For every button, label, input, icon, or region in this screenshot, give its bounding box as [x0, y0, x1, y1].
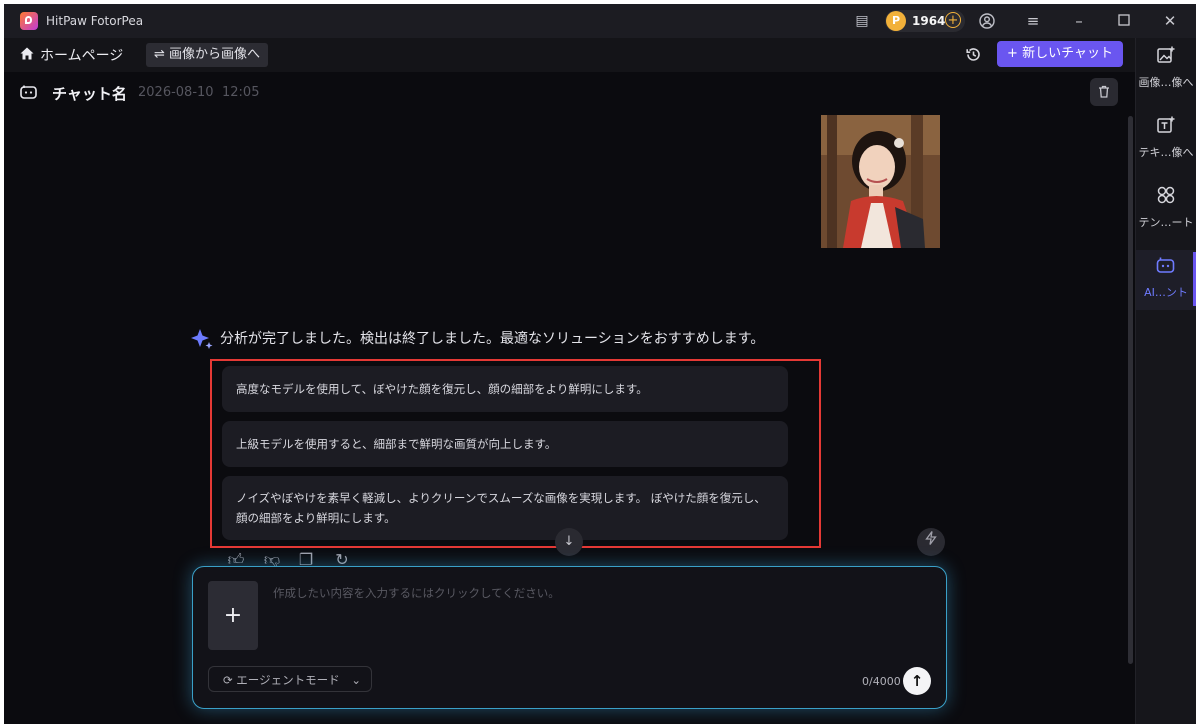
- image-add-icon: [1156, 46, 1176, 66]
- scroll-down-button[interactable]: ↓: [555, 528, 583, 556]
- maximize-icon[interactable]: [1114, 11, 1134, 31]
- feedback-icon[interactable]: ▤: [854, 13, 870, 29]
- rail-item-label: テキ…像へ: [1138, 146, 1194, 159]
- image-to-image-tab[interactable]: ⇌ 画像から画像へ: [146, 43, 269, 67]
- title-bar: HitPaw FotorPea ▤ P 1964 + ≡ – ✕: [4, 4, 1196, 38]
- chat-date: 2026-08-10: [138, 85, 214, 100]
- suggestion-item[interactable]: ノイズやぼやけを素早く軽減し、よりクリーンでスムーズな画像を実現します。 ぼやけ…: [222, 476, 788, 540]
- app-logo-icon: [20, 12, 38, 30]
- agent-mode-select[interactable]: ⟳ エージェントモード ⌄: [208, 666, 372, 692]
- new-chat-button[interactable]: + 新しいチャット: [997, 41, 1123, 67]
- prompt-composer: + 作成したい内容を入力するにはクリックしてください。 ⟳ エージェントモード ⌄…: [192, 566, 947, 709]
- rail-item-templates[interactable]: テン…ート: [1136, 180, 1196, 240]
- history-icon[interactable]: [964, 46, 982, 64]
- menu-icon[interactable]: ≡: [1023, 11, 1043, 31]
- chevron-down-icon: ⌄: [351, 673, 361, 687]
- suggestion-item[interactable]: 上級モデルを使用すると、細部まで鮮明な画質が向上します。: [222, 421, 788, 467]
- trash-icon: [1099, 85, 1109, 98]
- uploaded-image[interactable]: [821, 115, 940, 248]
- sparkle-icon: [190, 327, 214, 351]
- chat-bot-icon: [20, 84, 37, 100]
- flash-icon[interactable]: [917, 528, 945, 556]
- add-coins-icon[interactable]: +: [945, 12, 961, 28]
- app-title: HitPaw FotorPea: [46, 14, 144, 28]
- rail-item-text-to-image[interactable]: テキ…像へ: [1136, 110, 1196, 170]
- rail-item-label: テン…ート: [1138, 216, 1194, 229]
- ai-agent-icon: [1156, 256, 1176, 276]
- char-counter: 0/4000: [862, 675, 901, 688]
- home-icon: [20, 46, 34, 66]
- close-icon[interactable]: ✕: [1160, 11, 1180, 31]
- chat-time: 12:05: [222, 85, 260, 100]
- home-button[interactable]: ホームページ: [20, 46, 123, 66]
- analysis-message: 分析が完了しました。検出は終了しました。最適なソリューションをおすすめします。: [220, 331, 765, 347]
- account-icon[interactable]: [979, 13, 995, 29]
- chat-scrollbar[interactable]: [1128, 116, 1133, 664]
- coin-balance[interactable]: P 1964 +: [885, 10, 965, 32]
- chat-name[interactable]: チャット名: [52, 83, 127, 104]
- template-icon: [1156, 186, 1176, 206]
- add-image-button[interactable]: +: [208, 581, 258, 650]
- rail-item-label: AI…ント: [1144, 286, 1188, 299]
- suggestion-item[interactable]: 高度なモデルを使用して、ぼやけた顔を復元し、顔の細部をより鮮明にします。: [222, 366, 788, 412]
- coin-count: 1964: [912, 14, 946, 28]
- minimize-icon[interactable]: –: [1069, 11, 1089, 31]
- agent-icon: ⟳: [223, 673, 237, 687]
- prompt-input[interactable]: 作成したい内容を入力するにはクリックしてください。: [273, 585, 560, 601]
- agent-mode-label: エージェントモード: [236, 673, 340, 687]
- right-sidebar: 画像…像へ テキ…像へ テン…ート AI…ント: [1135, 38, 1196, 724]
- rail-item-image-to-image[interactable]: 画像…像へ: [1136, 40, 1196, 100]
- text-image-icon: [1156, 116, 1176, 136]
- rail-item-label: 画像…像へ: [1138, 76, 1194, 89]
- home-label: ホームページ: [40, 48, 124, 64]
- delete-chat-button[interactable]: [1090, 78, 1118, 106]
- coin-icon: P: [886, 11, 906, 31]
- app-window: HitPaw FotorPea ▤ P 1964 + ≡ – ✕ ホームページ …: [4, 4, 1196, 724]
- send-button[interactable]: ↑: [903, 667, 931, 695]
- top-toolbar: ホームページ ⇌ 画像から画像へ + 新しいチャット: [4, 38, 1135, 72]
- rail-item-ai-agent[interactable]: AI…ント: [1136, 250, 1196, 310]
